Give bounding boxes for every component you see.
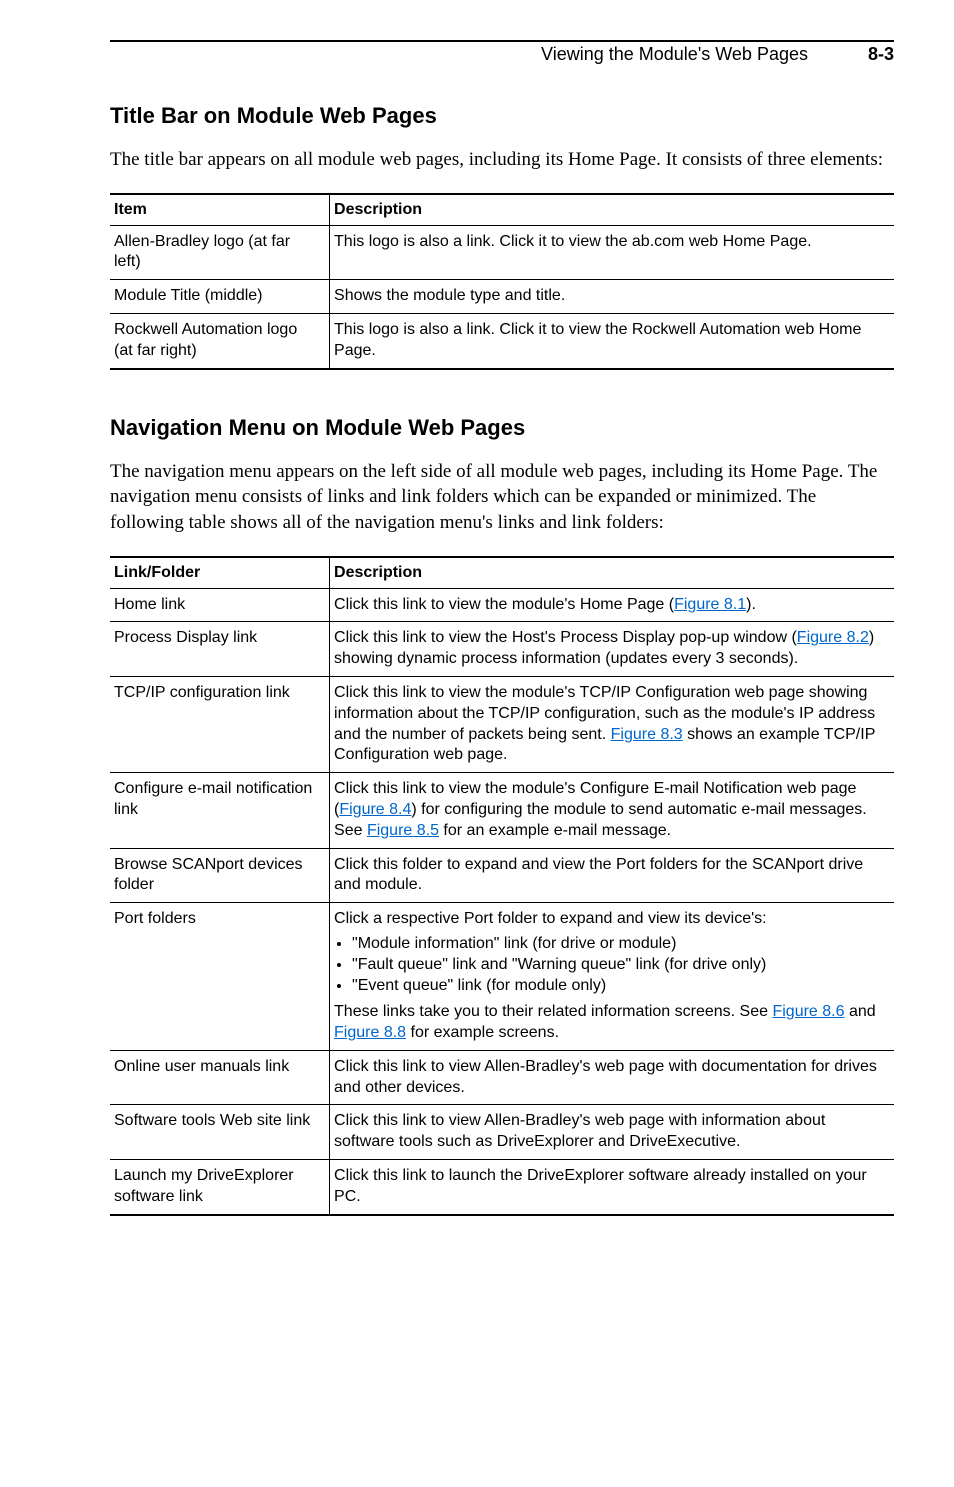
- table-cell-desc: Click this link to launch the DriveExplo…: [330, 1160, 894, 1215]
- table-row: Browse SCANport devices folder Click thi…: [110, 848, 894, 903]
- table-cell-item: Launch my DriveExplorer software link: [110, 1160, 330, 1215]
- table-cell-desc: This logo is also a link. Click it to vi…: [330, 225, 894, 280]
- table-cell-item: Process Display link: [110, 622, 330, 677]
- table-cell-item: Software tools Web site link: [110, 1105, 330, 1160]
- table-row: Software tools Web site link Click this …: [110, 1105, 894, 1160]
- section-2-heading: Navigation Menu on Module Web Pages: [110, 415, 894, 441]
- table-cell-desc: This logo is also a link. Click it to vi…: [330, 314, 894, 369]
- section-1-paragraph: The title bar appears on all module web …: [110, 147, 894, 173]
- table-cell-desc: Click this link to view Allen-Bradley's …: [330, 1105, 894, 1160]
- section-1-heading: Title Bar on Module Web Pages: [110, 103, 894, 129]
- title-bar-table: Item Description Allen-Bradley logo (at …: [110, 193, 894, 370]
- figure-link[interactable]: Figure 8.8: [334, 1024, 406, 1041]
- text: ).: [746, 596, 756, 613]
- table-cell-item: Rockwell Automation logo (at far right): [110, 314, 330, 369]
- text: and: [845, 1003, 876, 1020]
- list-item: "Fault queue" link and "Warning queue" l…: [352, 955, 884, 976]
- table-cell-desc: Click this link to view the module's TCP…: [330, 676, 894, 772]
- table-row: Online user manuals link Click this link…: [110, 1050, 894, 1105]
- table-cell-item: TCP/IP configuration link: [110, 676, 330, 772]
- table-cell-desc: Click this link to view Allen-Bradley's …: [330, 1050, 894, 1105]
- table-row: Rockwell Automation logo (at far right) …: [110, 314, 894, 369]
- table-cell-item: Allen-Bradley logo (at far left): [110, 225, 330, 280]
- text: Click this link to view the Host's Proce…: [334, 629, 797, 646]
- table-header-description: Description: [330, 557, 894, 589]
- table-row: Port folders Click a respective Port fol…: [110, 903, 894, 1051]
- table-cell-desc: Click this link to view the module's Hom…: [330, 588, 894, 622]
- table-header-link-folder: Link/Folder: [110, 557, 330, 589]
- header-page-number: 8-3: [868, 44, 894, 65]
- table-cell-desc: Shows the module type and title.: [330, 280, 894, 314]
- text: Click a respective Port folder to expand…: [334, 909, 884, 930]
- table-cell-desc: Click this link to view the Host's Proce…: [330, 622, 894, 677]
- table-row: Launch my DriveExplorer software link Cl…: [110, 1160, 894, 1215]
- table-cell-item: Configure e-mail notification link: [110, 773, 330, 848]
- figure-link[interactable]: Figure 8.4: [339, 801, 411, 818]
- table-cell-desc: Click this folder to expand and view the…: [330, 848, 894, 903]
- table-cell-item: Module Title (middle): [110, 280, 330, 314]
- text: for an example e-mail message.: [439, 822, 671, 839]
- table-header-item: Item: [110, 194, 330, 226]
- table-row: Module Title (middle) Shows the module t…: [110, 280, 894, 314]
- table-cell-item: Online user manuals link: [110, 1050, 330, 1105]
- figure-link[interactable]: Figure 8.2: [797, 629, 869, 646]
- text: Click this link to view the module's Hom…: [334, 596, 674, 613]
- text: These links take you to their related in…: [334, 1003, 772, 1020]
- bullet-list: "Module information" link (for drive or …: [334, 934, 884, 996]
- figure-link[interactable]: Figure 8.5: [367, 822, 439, 839]
- table-row: Configure e-mail notification link Click…: [110, 773, 894, 848]
- table-row: Process Display link Click this link to …: [110, 622, 894, 677]
- table-cell-desc: Click this link to view the module's Con…: [330, 773, 894, 848]
- list-item: "Module information" link (for drive or …: [352, 934, 884, 955]
- section-2-paragraph: The navigation menu appears on the left …: [110, 459, 894, 536]
- table-cell-item: Port folders: [110, 903, 330, 1051]
- table-cell-item: Home link: [110, 588, 330, 622]
- nav-menu-table: Link/Folder Description Home link Click …: [110, 556, 894, 1216]
- header-title: Viewing the Module's Web Pages: [541, 44, 808, 65]
- figure-link[interactable]: Figure 8.6: [772, 1003, 844, 1020]
- text: for example screens.: [406, 1024, 559, 1041]
- figure-link[interactable]: Figure 8.1: [674, 596, 746, 613]
- table-row: Home link Click this link to view the mo…: [110, 588, 894, 622]
- figure-link[interactable]: Figure 8.3: [611, 726, 683, 743]
- page-header: Viewing the Module's Web Pages 8-3: [110, 40, 894, 65]
- text-block: These links take you to their related in…: [334, 1002, 884, 1044]
- table-cell-desc: Click a respective Port folder to expand…: [330, 903, 894, 1051]
- list-item: "Event queue" link (for module only): [352, 976, 884, 997]
- table-row: TCP/IP configuration link Click this lin…: [110, 676, 894, 772]
- table-header-description: Description: [330, 194, 894, 226]
- table-cell-item: Browse SCANport devices folder: [110, 848, 330, 903]
- table-row: Allen-Bradley logo (at far left) This lo…: [110, 225, 894, 280]
